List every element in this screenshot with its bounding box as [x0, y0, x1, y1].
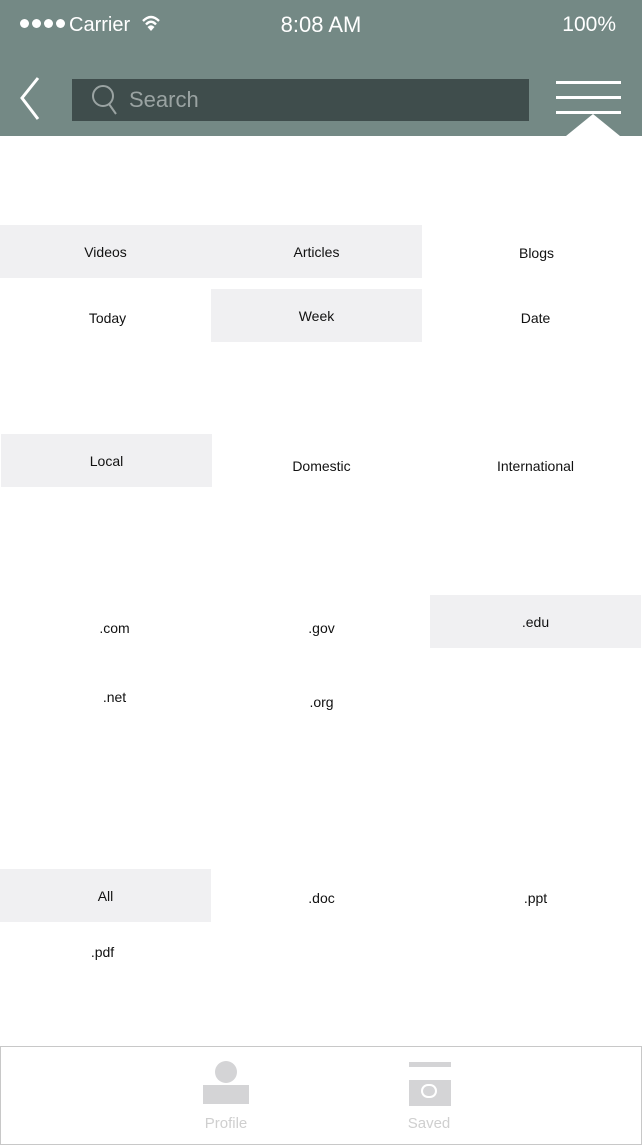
filter-option-today[interactable]: Today	[2, 291, 213, 344]
filter-option-local[interactable]: Local	[1, 434, 212, 487]
battery-level: 100%	[562, 13, 616, 36]
filter-option-articles[interactable]: Articles	[211, 225, 422, 278]
filter-option-com[interactable]: .com	[9, 601, 220, 654]
filter-option-domestic[interactable]: Domestic	[216, 439, 427, 492]
tab-saved-label: Saved	[407, 1115, 451, 1132]
saved-icon	[409, 1062, 451, 1106]
filter-option-doc[interactable]: .doc	[216, 871, 427, 924]
filter-option-edu[interactable]: .edu	[430, 595, 641, 648]
search-input[interactable]	[129, 79, 519, 121]
filter-option-ppt[interactable]: .ppt	[430, 871, 641, 924]
dropdown-caret	[566, 114, 620, 136]
menu-icon	[556, 81, 621, 84]
search-icon	[92, 85, 117, 115]
clock: 8:08 AM	[280, 12, 362, 37]
filter-option-week[interactable]: Week	[211, 289, 422, 342]
tab-profile-label: Profile	[204, 1115, 248, 1132]
filter-option-pdf[interactable]: .pdf	[0, 925, 208, 978]
filter-option-net[interactable]: .net	[9, 670, 220, 723]
filter-option-international[interactable]: International	[430, 439, 641, 492]
filter-option-all[interactable]: All	[0, 869, 211, 922]
filter-option-gov[interactable]: .gov	[216, 601, 427, 654]
tab-bar: Profile Saved	[0, 1046, 642, 1145]
search-bar[interactable]	[72, 79, 529, 121]
filter-option-org[interactable]: .org	[216, 675, 427, 728]
status-bar: Carrier 8:08 AM 100%	[0, 0, 642, 52]
filter-option-blogs[interactable]: Blogs	[431, 226, 642, 279]
filter-option-videos[interactable]: Videos	[0, 225, 211, 278]
header: Carrier 8:08 AM 100%	[0, 0, 642, 136]
hamburger-menu-button[interactable]	[556, 79, 621, 115]
filter-option-date[interactable]: Date	[430, 291, 641, 344]
tab-saved[interactable]: Saved	[369, 1047, 489, 1144]
back-button[interactable]	[16, 74, 44, 124]
chevron-left-icon	[20, 77, 40, 120]
tab-profile[interactable]: Profile	[166, 1047, 286, 1144]
profile-icon	[203, 1061, 249, 1104]
